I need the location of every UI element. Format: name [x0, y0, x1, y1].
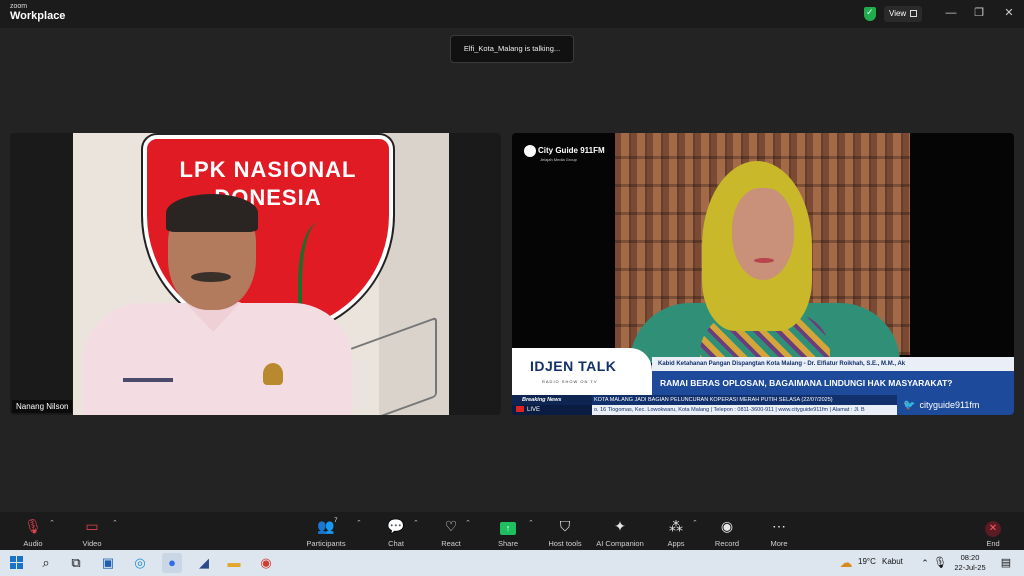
speaker-lips	[754, 258, 774, 263]
news-ticker: KOTA MALANG JADI BAGIAN PELUNCURAN KOPER…	[594, 397, 833, 403]
react-label: React	[441, 539, 461, 548]
notifications-icon[interactable]: ▤	[996, 553, 1016, 573]
end-meeting-button[interactable]: ✕ End	[963, 517, 1023, 548]
edge-browser-icon[interactable]: ◎	[130, 553, 150, 573]
participant-video: LPK NASIONAL DONESIA ★	[73, 133, 449, 415]
show-subtitle: RADIO SHOW ON TV	[542, 379, 598, 384]
chevron-up-icon: ⌃	[356, 520, 362, 527]
garuda-pin-icon	[263, 363, 283, 385]
chevron-up-icon: ⌃	[413, 520, 419, 527]
twitter-icon: 🐦	[903, 400, 916, 411]
speaker-face	[732, 188, 794, 280]
show-title: IDJEN TALK	[530, 358, 617, 374]
chat-label: Chat	[388, 539, 404, 548]
end-icon: ✕	[985, 521, 1001, 537]
record-button[interactable]: ◉ Record	[697, 517, 757, 548]
video-tile-elfi[interactable]: City Guide 911FM Jelajah Media Group Kab…	[512, 133, 1014, 415]
live-icon	[516, 406, 524, 412]
react-button[interactable]: ♡ React	[421, 517, 481, 548]
participants-button[interactable]: 👥 7 Participants	[296, 517, 356, 548]
app-icon[interactable]: ◢	[194, 553, 214, 573]
grid-icon	[910, 10, 918, 17]
encryption-shield-icon[interactable]	[864, 7, 876, 21]
host-tools-button[interactable]: ⛉ Host tools	[535, 517, 595, 548]
video-tile-nanang[interactable]: LPK NASIONAL DONESIA ★ Nanang Nilson	[10, 133, 501, 415]
cityguide-logo: City Guide 911FM Jelajah Media Group	[524, 145, 605, 162]
participant-figure	[83, 194, 353, 415]
share-label: Share	[497, 539, 518, 548]
microphone-tray-icon[interactable]: 🎙	[930, 553, 950, 573]
more-button[interactable]: ⋯ More	[749, 517, 809, 548]
logo-text: City Guide 911FM	[538, 146, 605, 156]
chevron-up-icon: ⌃	[465, 520, 471, 527]
live-indicator: LIVE	[512, 405, 592, 415]
chrome-browser-icon[interactable]: ◉	[256, 553, 276, 573]
participants-label: Participants	[306, 539, 346, 548]
view-label: View	[889, 9, 907, 18]
close-icon[interactable]: ✕	[1002, 6, 1016, 20]
show-logo: IDJEN TALK RADIO SHOW ON TV	[512, 348, 652, 400]
breaking-news-label: Breaking News	[512, 395, 592, 405]
info-ticker: o. 16 Tlogomas, Kec. Lowokwaru, Kota Mal…	[592, 405, 897, 415]
chevron-up-icon: ⌃	[112, 520, 118, 527]
weather-text: Kabut	[882, 557, 903, 566]
search-icon[interactable]: ⌕	[36, 553, 56, 573]
view-button[interactable]: View	[884, 6, 923, 22]
clock-time: 08:20	[960, 553, 980, 562]
task-view-icon[interactable]: ⧉	[66, 553, 86, 573]
ai-companion-label: AI Companion	[596, 539, 644, 548]
social-handle-text: cityguide911fm	[919, 400, 980, 410]
windows-start-icon[interactable]	[10, 556, 23, 569]
windows-taskbar: ⌕ ⧉ ▣ ◎ ● ◢ ▬ ◉ ☁ 19°C Kabut ⌃ 🎙 08:20 2…	[0, 550, 1024, 576]
heart-icon: ♡	[444, 518, 458, 534]
end-label: End	[986, 539, 1000, 548]
participants-count: 7	[334, 517, 338, 524]
ai-companion-button[interactable]: ✦ AI Companion	[590, 517, 650, 548]
broadcast-lower-third: Kabid Ketahanan Pangan Dispangtan Kota M…	[512, 348, 1014, 415]
more-label: More	[770, 539, 788, 548]
participant-name-label: Nanang Nilson	[12, 400, 73, 413]
title-bar: zoom Workplace View — ❐ ✕	[0, 0, 1024, 28]
brand-name: Workplace	[10, 10, 66, 22]
video-label: Video	[82, 539, 102, 548]
audio-label: Audio	[23, 539, 43, 548]
meeting-toolbar: 🎙 Audio ⌃ ▭ Video ⌃ 👥 7 Participants ⌃ 💬…	[0, 512, 1024, 550]
record-label: Record	[714, 539, 740, 548]
record-icon: ◉	[720, 518, 734, 534]
minimize-icon[interactable]: —	[944, 6, 958, 20]
headline-caption: RAMAI BERAS OPLOSAN, BAGAIMANA LINDUNGI …	[652, 371, 1014, 395]
social-handle: 🐦 cityguide911fm	[897, 395, 1014, 415]
sparkle-icon: ✦	[614, 518, 626, 534]
chevron-up-icon: ⌃	[49, 520, 55, 527]
weather-temp: 19°C	[858, 557, 876, 566]
store-icon[interactable]: ▣	[98, 553, 118, 573]
folder-icon[interactable]: ▬	[224, 553, 244, 573]
shield-icon: ⛉	[559, 518, 571, 534]
speaker-caption: Kabid Ketahanan Pangan Dispangtan Kota M…	[652, 357, 1014, 371]
logo-sub: Jelajah Media Group	[540, 157, 577, 162]
clock[interactable]: 08:20 22-Jul-25	[950, 553, 990, 573]
more-icon: ⋯	[772, 518, 786, 534]
badge-line1: LPK NASIONAL	[179, 157, 357, 182]
share-screen-icon: ↑	[500, 522, 516, 535]
brand-small: zoom	[10, 3, 28, 10]
weather-icon[interactable]: ☁	[836, 553, 856, 573]
participants-icon: 👥	[317, 518, 335, 534]
active-speaker-toast: Elfi_Kota_Malang is talking...	[450, 35, 574, 63]
host-tools-label: Host tools	[548, 539, 582, 548]
live-label: LIVE	[527, 407, 541, 413]
restore-icon[interactable]: ❐	[972, 6, 986, 20]
participant-video: City Guide 911FM Jelajah Media Group Kab…	[512, 133, 1014, 415]
app-brand: zoom Workplace	[10, 3, 65, 22]
chevron-up-icon: ⌃	[528, 520, 534, 527]
zoom-app-icon[interactable]: ●	[162, 553, 182, 573]
clock-date: 22-Jul-25	[954, 563, 986, 572]
